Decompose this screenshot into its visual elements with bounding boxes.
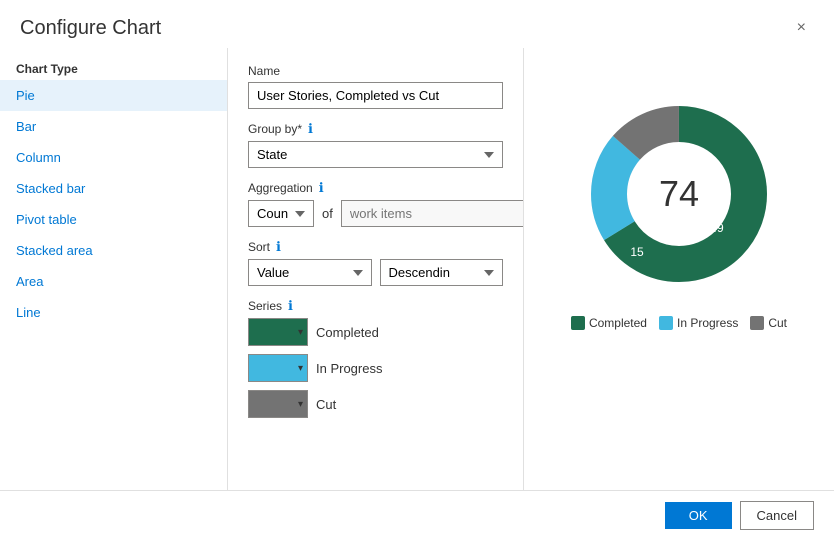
series-color-btn-cut[interactable]: ▾: [248, 390, 308, 418]
aggregation-select[interactable]: Coun: [248, 200, 314, 227]
chevron-down-icon: ▾: [298, 399, 303, 410]
legend-item-in-progress: In Progress: [659, 316, 738, 330]
name-field-group: Name: [248, 64, 503, 109]
series-item-completed: ▾ Completed: [248, 318, 503, 346]
group-by-info-icon[interactable]: ℹ: [308, 121, 313, 137]
sort-field-group: Sort ℹ Value Descendin: [248, 239, 503, 286]
sidebar-item-area[interactable]: Area: [0, 266, 227, 297]
sort-info-icon[interactable]: ℹ: [276, 239, 281, 255]
legend-label-cut: Cut: [768, 316, 787, 330]
name-input[interactable]: [248, 82, 503, 109]
sidebar-item-column[interactable]: Column: [0, 142, 227, 173]
chart-type-sidebar: Chart Type Pie Bar Column Stacked bar Pi…: [0, 48, 228, 490]
dialog-title: Configure Chart: [20, 17, 161, 40]
sort-dir-select[interactable]: Descendin: [380, 259, 504, 286]
chart-type-label: Chart Type: [0, 56, 227, 80]
chart-legend: Completed In Progress Cut: [571, 316, 787, 330]
series-label: Series ℹ: [248, 298, 503, 314]
sort-by-select[interactable]: Value: [248, 259, 372, 286]
segment-label-cut: 10: [680, 145, 694, 159]
chart-preview: 49 15 10 74 Completed In Progress: [524, 48, 834, 490]
aggregation-of-text: of: [322, 206, 333, 221]
chevron-down-icon: ▾: [298, 327, 303, 338]
sidebar-item-bar[interactable]: Bar: [0, 111, 227, 142]
series-color-btn-completed[interactable]: ▾: [248, 318, 308, 346]
legend-item-completed: Completed: [571, 316, 647, 330]
series-name-in-progress: In Progress: [316, 361, 382, 376]
donut-center-value: 74: [659, 173, 699, 215]
series-name-completed: Completed: [316, 325, 379, 340]
cancel-button[interactable]: Cancel: [740, 501, 814, 530]
sidebar-item-stacked-bar[interactable]: Stacked bar: [0, 173, 227, 204]
sort-row: Value Descendin: [248, 259, 503, 286]
aggregation-field-group: Aggregation ℹ Coun of: [248, 180, 503, 227]
name-label: Name: [248, 64, 503, 78]
dialog-header: Configure Chart ×: [0, 0, 834, 48]
aggregation-info-icon[interactable]: ℹ: [319, 180, 324, 196]
close-button[interactable]: ×: [789, 16, 814, 40]
group-by-label: Group by* ℹ: [248, 121, 503, 137]
series-item-in-progress: ▾ In Progress: [248, 354, 503, 382]
series-field-group: Series ℹ ▾ Completed ▾: [248, 298, 503, 418]
chevron-down-icon: ▾: [298, 363, 303, 374]
legend-swatch-cut: [750, 316, 764, 330]
configure-chart-dialog: Configure Chart × Chart Type Pie Bar Col…: [0, 0, 834, 540]
sidebar-item-line[interactable]: Line: [0, 297, 227, 328]
series-color-btn-in-progress[interactable]: ▾: [248, 354, 308, 382]
sidebar-item-pie[interactable]: Pie: [0, 80, 227, 111]
series-name-cut: Cut: [316, 397, 336, 412]
series-item-cut: ▾ Cut: [248, 390, 503, 418]
dialog-body: Chart Type Pie Bar Column Stacked bar Pi…: [0, 48, 834, 490]
segment-label-completed: 49: [710, 221, 724, 235]
legend-swatch-in-progress: [659, 316, 673, 330]
legend-label-completed: Completed: [589, 316, 647, 330]
group-by-field-group: Group by* ℹ State: [248, 121, 503, 168]
segment-label-in-progress: 15: [630, 245, 644, 259]
sidebar-item-stacked-area[interactable]: Stacked area: [0, 235, 227, 266]
aggregation-row: Coun of: [248, 200, 503, 227]
legend-label-in-progress: In Progress: [677, 316, 738, 330]
series-list: ▾ Completed ▾ In Progress ▾: [248, 318, 503, 418]
sort-label: Sort ℹ: [248, 239, 503, 255]
sidebar-item-pivot-table[interactable]: Pivot table: [0, 204, 227, 235]
series-info-icon[interactable]: ℹ: [288, 298, 293, 314]
donut-chart: 49 15 10 74: [569, 84, 789, 304]
aggregation-of-input[interactable]: [341, 200, 524, 227]
legend-item-cut: Cut: [750, 316, 787, 330]
dialog-footer: OK Cancel: [0, 490, 834, 540]
legend-swatch-completed: [571, 316, 585, 330]
config-area: Name Group by* ℹ State Aggregation ℹ: [228, 48, 524, 490]
aggregation-label: Aggregation ℹ: [248, 180, 503, 196]
ok-button[interactable]: OK: [665, 502, 732, 529]
group-by-select[interactable]: State: [248, 141, 503, 168]
